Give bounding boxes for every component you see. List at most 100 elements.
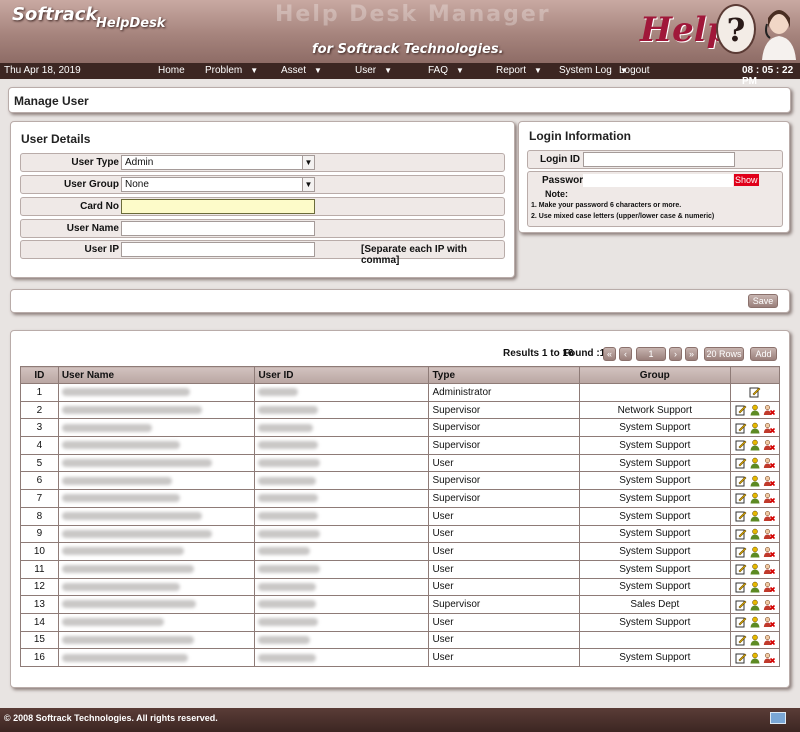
table-row[interactable]: 8 User System Support xyxy=(20,506,781,526)
delete-user-icon[interactable] xyxy=(763,492,776,504)
user-name-input[interactable] xyxy=(121,221,315,236)
table-row[interactable]: 10 User System Support xyxy=(20,542,781,561)
add-user-button[interactable]: Add xyxy=(750,347,777,361)
col-type[interactable]: Type xyxy=(428,366,580,384)
next-page-icon[interactable]: › xyxy=(669,347,682,361)
card-no-input[interactable] xyxy=(121,199,315,214)
edit-icon[interactable] xyxy=(735,546,747,558)
user-permission-icon[interactable] xyxy=(749,652,761,664)
delete-user-icon[interactable] xyxy=(763,599,776,611)
edit-icon[interactable] xyxy=(735,581,747,593)
user-permission-icon[interactable] xyxy=(749,634,761,646)
table-row[interactable]: 16 User System Support xyxy=(20,648,781,667)
table-row[interactable]: 6 Supervisor System Support xyxy=(20,471,781,491)
delete-user-icon[interactable] xyxy=(763,634,776,646)
edit-icon[interactable] xyxy=(735,475,747,487)
edit-icon[interactable] xyxy=(735,528,747,540)
user-ip-input[interactable] xyxy=(121,242,315,257)
nav-problem-label: Problem xyxy=(205,65,243,76)
table-row[interactable]: 1 Administrator xyxy=(20,383,781,402)
user-permission-icon[interactable] xyxy=(749,510,761,522)
cell-group: System Support xyxy=(578,453,731,473)
password-input[interactable] xyxy=(583,174,733,187)
delete-user-icon[interactable] xyxy=(763,457,776,469)
user-permission-icon[interactable] xyxy=(749,599,761,611)
edit-icon[interactable] xyxy=(735,634,747,646)
prev-page-icon[interactable]: ‹ xyxy=(619,347,632,361)
user-permission-icon[interactable] xyxy=(749,581,761,593)
table-row[interactable]: 11 User System Support xyxy=(20,559,781,579)
edit-icon[interactable] xyxy=(735,439,747,451)
cell-user-id xyxy=(254,400,430,420)
user-permission-icon[interactable] xyxy=(749,563,761,575)
delete-user-icon[interactable] xyxy=(763,563,776,575)
chevron-down-icon[interactable]: ▼ xyxy=(302,156,314,169)
cell-user-name xyxy=(57,559,256,579)
edit-icon[interactable] xyxy=(735,404,747,416)
delete-user-icon[interactable] xyxy=(763,528,776,540)
table-row[interactable]: 2 Supervisor Network Support xyxy=(20,400,781,420)
edit-icon[interactable] xyxy=(735,616,747,628)
delete-user-icon[interactable] xyxy=(763,439,776,451)
cell-actions xyxy=(729,612,781,632)
delete-user-icon[interactable] xyxy=(763,546,776,558)
table-row[interactable]: 3 Supervisor System Support xyxy=(20,418,781,438)
user-type-select[interactable]: Admin ▼ xyxy=(121,155,315,170)
last-page-icon[interactable]: » xyxy=(685,347,698,361)
chevron-down-icon[interactable]: ▼ xyxy=(302,178,314,191)
save-button[interactable]: Save xyxy=(748,294,778,308)
user-type-value: Admin xyxy=(125,157,154,168)
table-row[interactable]: 5 User System Support xyxy=(20,453,781,473)
nav-problem[interactable]: Problem ▼ xyxy=(205,65,258,76)
user-permission-icon[interactable] xyxy=(749,439,761,451)
delete-user-icon[interactable] xyxy=(763,510,776,522)
nav-user[interactable]: User ▼ xyxy=(355,65,392,76)
table-row[interactable]: 13 Supervisor Sales Dept xyxy=(20,595,781,614)
edit-icon[interactable] xyxy=(735,510,747,522)
user-permission-icon[interactable] xyxy=(749,457,761,469)
col-group[interactable]: Group xyxy=(578,366,731,384)
delete-user-icon[interactable] xyxy=(763,422,776,434)
table-row[interactable]: 7 Supervisor System Support xyxy=(20,489,781,508)
nav-home[interactable]: Home xyxy=(158,65,185,76)
delete-user-icon[interactable] xyxy=(763,652,776,664)
table-row[interactable]: 14 User System Support xyxy=(20,612,781,632)
page-number-input[interactable]: 1 xyxy=(636,347,666,361)
table-row[interactable]: 12 User System Support xyxy=(20,577,781,597)
edit-icon[interactable] xyxy=(735,457,747,469)
edit-icon[interactable] xyxy=(735,492,747,504)
user-permission-icon[interactable] xyxy=(749,616,761,628)
user-permission-icon[interactable] xyxy=(749,546,761,558)
keyboard-icon[interactable] xyxy=(770,712,786,724)
delete-user-icon[interactable] xyxy=(763,404,776,416)
user-permission-icon[interactable] xyxy=(749,492,761,504)
user-permission-icon[interactable] xyxy=(749,422,761,434)
show-password-button[interactable]: Show xyxy=(734,174,759,186)
edit-icon[interactable] xyxy=(735,652,747,664)
edit-icon[interactable] xyxy=(735,422,747,434)
col-id[interactable]: ID xyxy=(20,366,59,384)
delete-user-icon[interactable] xyxy=(763,475,776,487)
table-row[interactable]: 15 User xyxy=(20,630,781,650)
table-row[interactable]: 4 Supervisor System Support xyxy=(20,436,781,455)
user-permission-icon[interactable] xyxy=(749,404,761,416)
edit-icon[interactable] xyxy=(735,563,747,575)
col-user-id[interactable]: User ID xyxy=(254,366,430,384)
rows-per-page-select[interactable]: 20 Rows xyxy=(704,347,744,361)
edit-icon[interactable] xyxy=(749,386,761,398)
login-id-input[interactable] xyxy=(583,152,735,167)
edit-icon[interactable] xyxy=(735,599,747,611)
delete-user-icon[interactable] xyxy=(763,581,776,593)
nav-faq[interactable]: FAQ ▼ xyxy=(428,65,464,76)
nav-report[interactable]: Report ▼ xyxy=(496,65,542,76)
delete-user-icon[interactable] xyxy=(763,616,776,628)
user-permission-icon[interactable] xyxy=(749,528,761,540)
first-page-icon[interactable]: « xyxy=(603,347,616,361)
table-row[interactable]: 9 User System Support xyxy=(20,524,781,544)
user-group-select[interactable]: None ▼ xyxy=(121,177,315,192)
nav-asset[interactable]: Asset ▼ xyxy=(281,65,322,76)
nav-logout[interactable]: Logout xyxy=(619,65,650,76)
col-user-name[interactable]: User Name xyxy=(57,366,256,384)
nav-system-log[interactable]: System Log ▼ xyxy=(559,65,628,76)
user-permission-icon[interactable] xyxy=(749,475,761,487)
